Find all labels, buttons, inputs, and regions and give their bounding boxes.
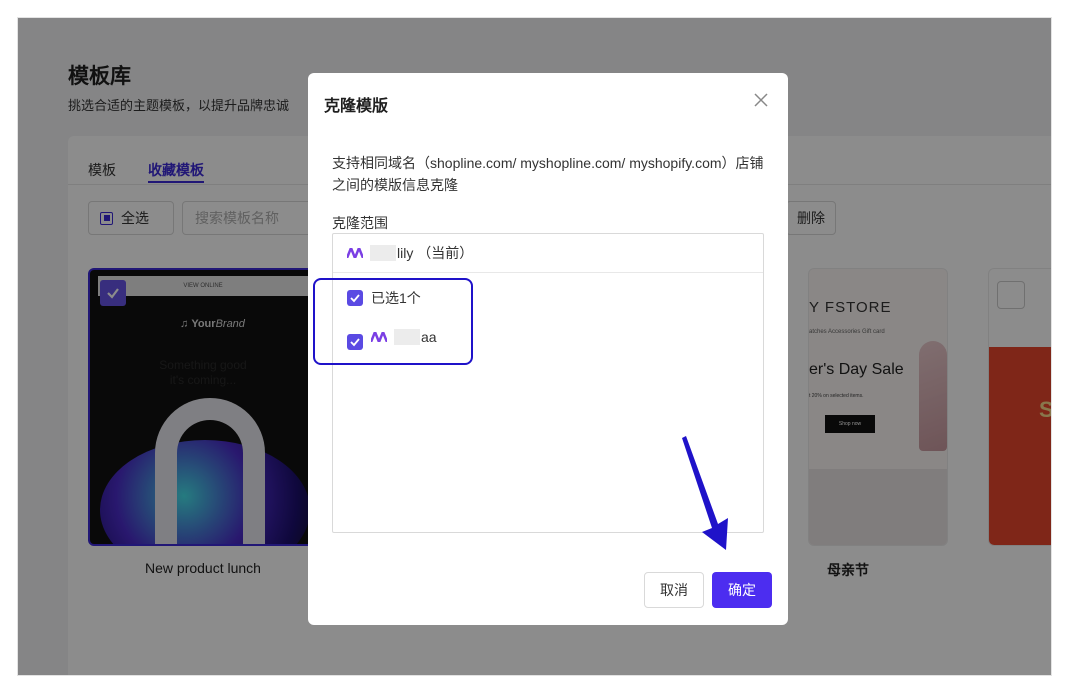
redacted-name — [370, 245, 396, 261]
dialog-title: 克隆模版 — [324, 98, 389, 115]
close-icon[interactable] — [751, 90, 771, 110]
cancel-button[interactable]: 取消 — [644, 572, 704, 608]
annotation-highlight-box — [313, 278, 473, 365]
current-store-row: lily （当前） — [333, 234, 763, 273]
dialog-description: 支持相同域名（shopline.com/ myshopline.com/ mys… — [332, 155, 764, 193]
current-store-label: lily （当前） — [397, 245, 474, 261]
store-logo-icon — [347, 248, 363, 258]
confirm-button[interactable]: 确定 — [712, 572, 772, 608]
clone-range-label: 克隆范围 — [332, 215, 388, 231]
arrow-annotation — [682, 436, 728, 550]
